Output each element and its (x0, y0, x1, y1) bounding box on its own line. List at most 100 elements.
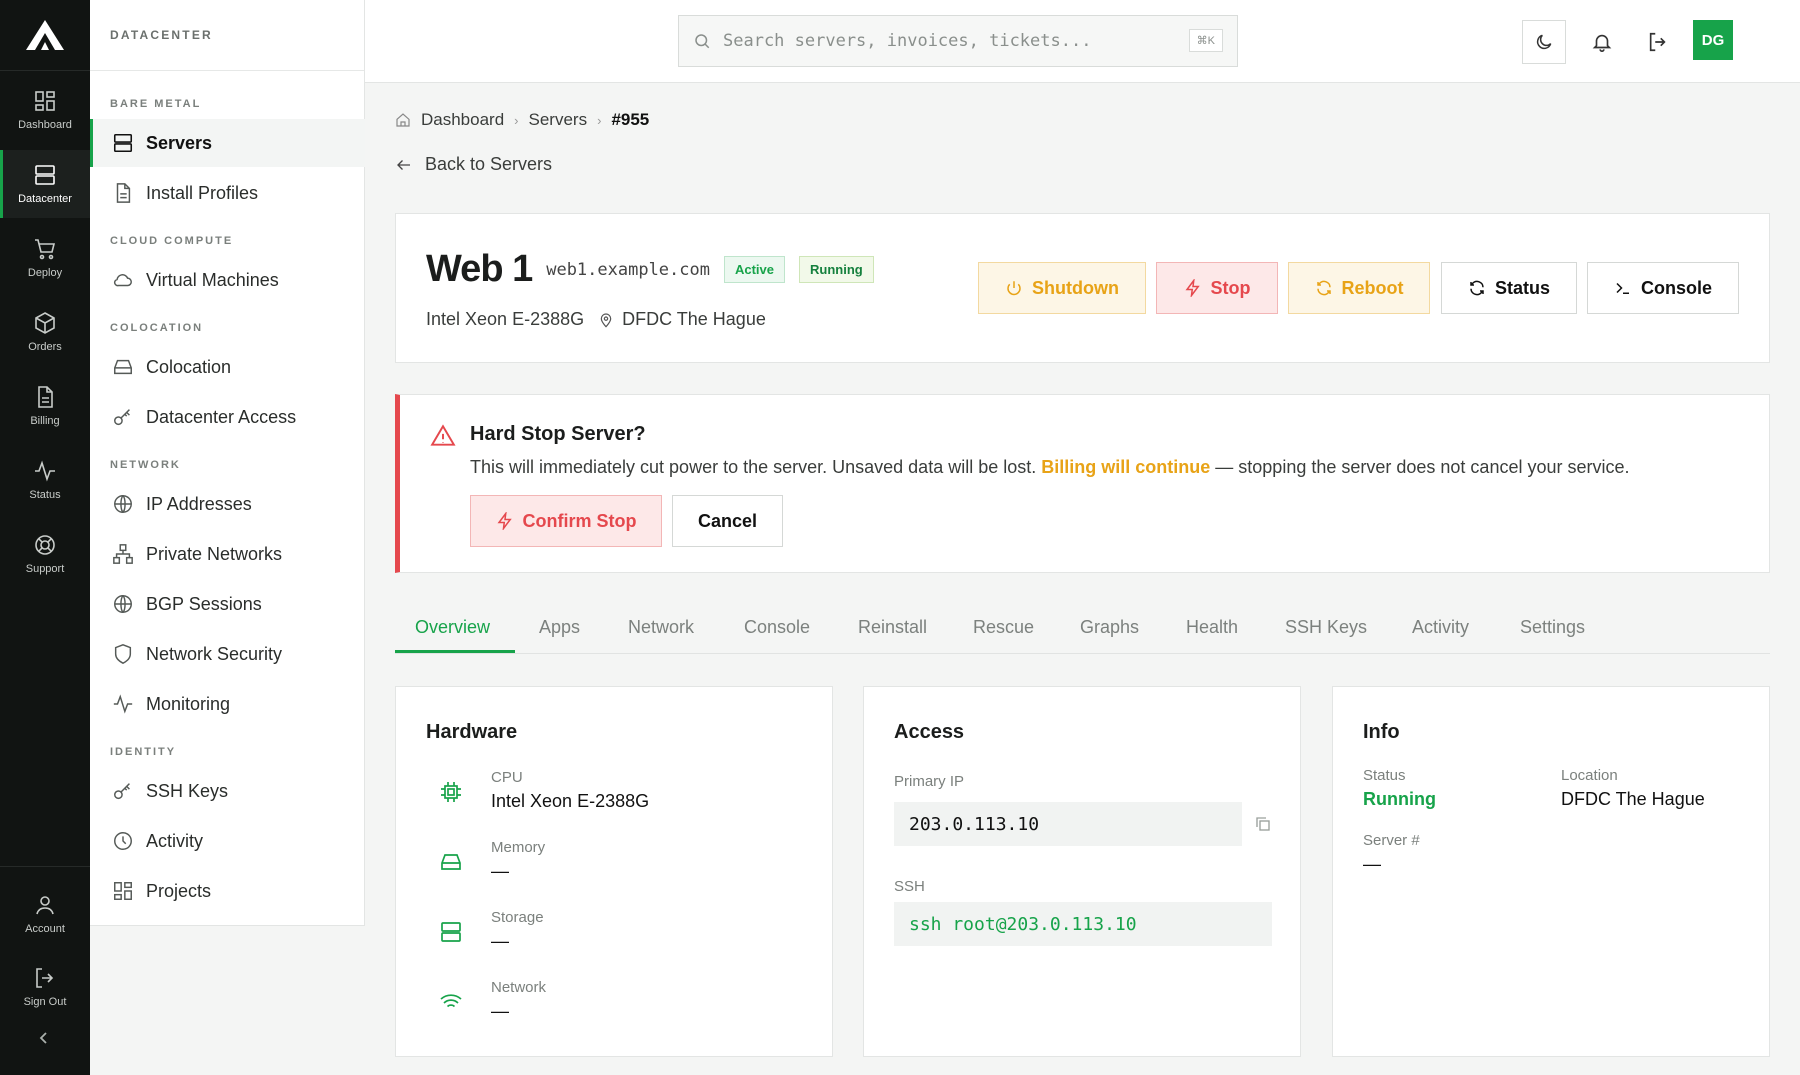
tab-ssh-keys[interactable]: SSH Keys (1285, 617, 1367, 638)
sidebar-item-projects[interactable]: Projects (90, 867, 365, 915)
breadcrumb: Dashboard › Servers › #955 (395, 110, 649, 130)
cloud-icon (113, 274, 132, 287)
back-to-servers-link[interactable]: Back to Servers (395, 154, 552, 175)
rail-billing[interactable]: Billing (0, 372, 90, 440)
chevron-left-icon (39, 1032, 47, 1044)
breadcrumb-separator: › (514, 112, 519, 128)
terminal-icon (1616, 282, 1629, 294)
shortcut-hint: ⌘K (1188, 29, 1223, 52)
rail-signout[interactable]: Sign Out (0, 953, 90, 1021)
rail-divider (0, 866, 90, 867)
active-tab-indicator (395, 650, 515, 653)
theme-toggle-button[interactable] (1522, 20, 1566, 64)
rail-orders[interactable]: Orders (0, 298, 90, 366)
tab-apps[interactable]: Apps (539, 617, 580, 638)
tab-activity[interactable]: Activity (1412, 617, 1469, 638)
sidebar-item-servers[interactable]: Servers (90, 119, 365, 167)
sidebar-title: DATACENTER (90, 0, 364, 71)
stop-button[interactable]: Stop (1156, 262, 1278, 314)
section-label: COLOCATION (110, 322, 204, 334)
sidebar-item-bgp-sessions[interactable]: BGP Sessions (90, 580, 365, 628)
tab-reinstall[interactable]: Reinstall (858, 617, 927, 638)
breadcrumb-dashboard[interactable]: Dashboard (421, 110, 504, 130)
sidebar-item-activity[interactable]: Activity (90, 817, 365, 865)
logout-button[interactable] (1636, 20, 1680, 64)
rail-support[interactable]: Support (0, 520, 90, 588)
tab-settings[interactable]: Settings (1520, 617, 1585, 638)
stop-label: Stop (1210, 277, 1251, 298)
primary-ip-label: Primary IP (894, 773, 965, 790)
sidebar-item-label: SSH Keys (146, 780, 229, 801)
collapse-button[interactable] (36, 1030, 52, 1046)
tab-graphs[interactable]: Graphs (1080, 617, 1139, 638)
status-button[interactable]: Status (1441, 262, 1577, 314)
ssh-label: SSH (894, 878, 925, 895)
sidebar-item-network-security[interactable]: Network Security (90, 630, 365, 678)
tab-network[interactable]: Network (628, 617, 694, 638)
reboot-button[interactable]: Reboot (1288, 262, 1430, 314)
datacenter-sidebar: DATACENTER BARE METAL Servers Install Pr… (90, 0, 365, 926)
rail-account[interactable]: Account (0, 880, 90, 948)
sidebar-item-virtual-machines[interactable]: Virtual Machines (90, 256, 365, 304)
logo-icon (26, 20, 64, 50)
copy-icon[interactable] (1254, 815, 1272, 833)
memory-value: — (491, 861, 509, 881)
activity-icon (35, 460, 55, 482)
warning-icon (430, 424, 456, 446)
network-icon (113, 544, 133, 564)
primary-ip-field[interactable]: 203.0.113.10 (894, 802, 1242, 846)
rail-dashboard[interactable]: Dashboard (0, 76, 90, 144)
section-label: BARE METAL (110, 98, 202, 110)
status-badge-running: Running (799, 256, 874, 283)
sidebar-item-label: IP Addresses (146, 493, 252, 514)
sidebar-item-label: Network Security (146, 643, 283, 664)
rail-datacenter[interactable]: Datacenter (0, 150, 90, 218)
sidebar-item-label: Virtual Machines (146, 269, 279, 290)
sidebar-item-datacenter-access[interactable]: Datacenter Access (90, 393, 365, 441)
cpu-label: CPU (491, 769, 523, 786)
rail-label: Dashboard (18, 119, 72, 131)
console-button[interactable]: Console (1587, 262, 1739, 314)
logout-icon (1649, 32, 1666, 52)
refresh-icon (1470, 280, 1484, 296)
reboot-label: Reboot (1341, 277, 1404, 298)
tab-console[interactable]: Console (744, 617, 810, 638)
storage-value: — (491, 931, 509, 951)
shutdown-button[interactable]: Shutdown (978, 262, 1146, 314)
tab-health[interactable]: Health (1186, 617, 1238, 638)
tab-overview[interactable]: Overview (415, 617, 490, 638)
cancel-button[interactable]: Cancel (672, 495, 783, 547)
power-icon (1007, 281, 1021, 296)
network-label: Network (491, 979, 547, 996)
key-icon (114, 409, 130, 426)
home-icon (396, 113, 410, 127)
section-label: CLOUD COMPUTE (110, 235, 234, 247)
tab-rescue[interactable]: Rescue (973, 617, 1034, 638)
search-input[interactable]: Search servers, invoices, tickets... ⌘K (678, 15, 1238, 67)
alert-title: Hard Stop Server? (470, 423, 646, 445)
ssh-command-field[interactable]: ssh root@203.0.113.10 (894, 902, 1272, 946)
notifications-button[interactable] (1580, 20, 1624, 64)
confirm-stop-button[interactable]: Confirm Stop (470, 495, 662, 547)
hard-stop-alert: Hard Stop Server? This will immediately … (395, 394, 1770, 573)
breadcrumb-servers[interactable]: Servers (529, 110, 588, 130)
rail-status[interactable]: Status (0, 446, 90, 514)
sidebar-item-install-profiles[interactable]: Install Profiles (90, 169, 365, 217)
hardware-card: Hardware CPU Intel Xeon E-2388G Memory —… (395, 686, 833, 1057)
memory-label: Memory (491, 839, 546, 856)
key-icon (114, 783, 130, 800)
activity-icon (113, 694, 133, 714)
sidebar-item-ssh-keys[interactable]: SSH Keys (90, 767, 365, 815)
section-label: NETWORK (110, 459, 181, 471)
rail-deploy[interactable]: Deploy (0, 224, 90, 292)
sidebar-item-label: Projects (146, 880, 212, 901)
sidebar-item-monitoring[interactable]: Monitoring (90, 680, 365, 728)
bolt-icon (497, 512, 512, 530)
logo[interactable] (0, 0, 90, 71)
sidebar-item-private-networks[interactable]: Private Networks (90, 530, 365, 578)
grid-icon (114, 882, 132, 900)
cart-icon (35, 239, 56, 260)
sidebar-item-ip-addresses[interactable]: IP Addresses (90, 480, 365, 528)
avatar[interactable]: DG (1693, 20, 1733, 60)
sidebar-item-colocation[interactable]: Colocation (90, 343, 365, 391)
